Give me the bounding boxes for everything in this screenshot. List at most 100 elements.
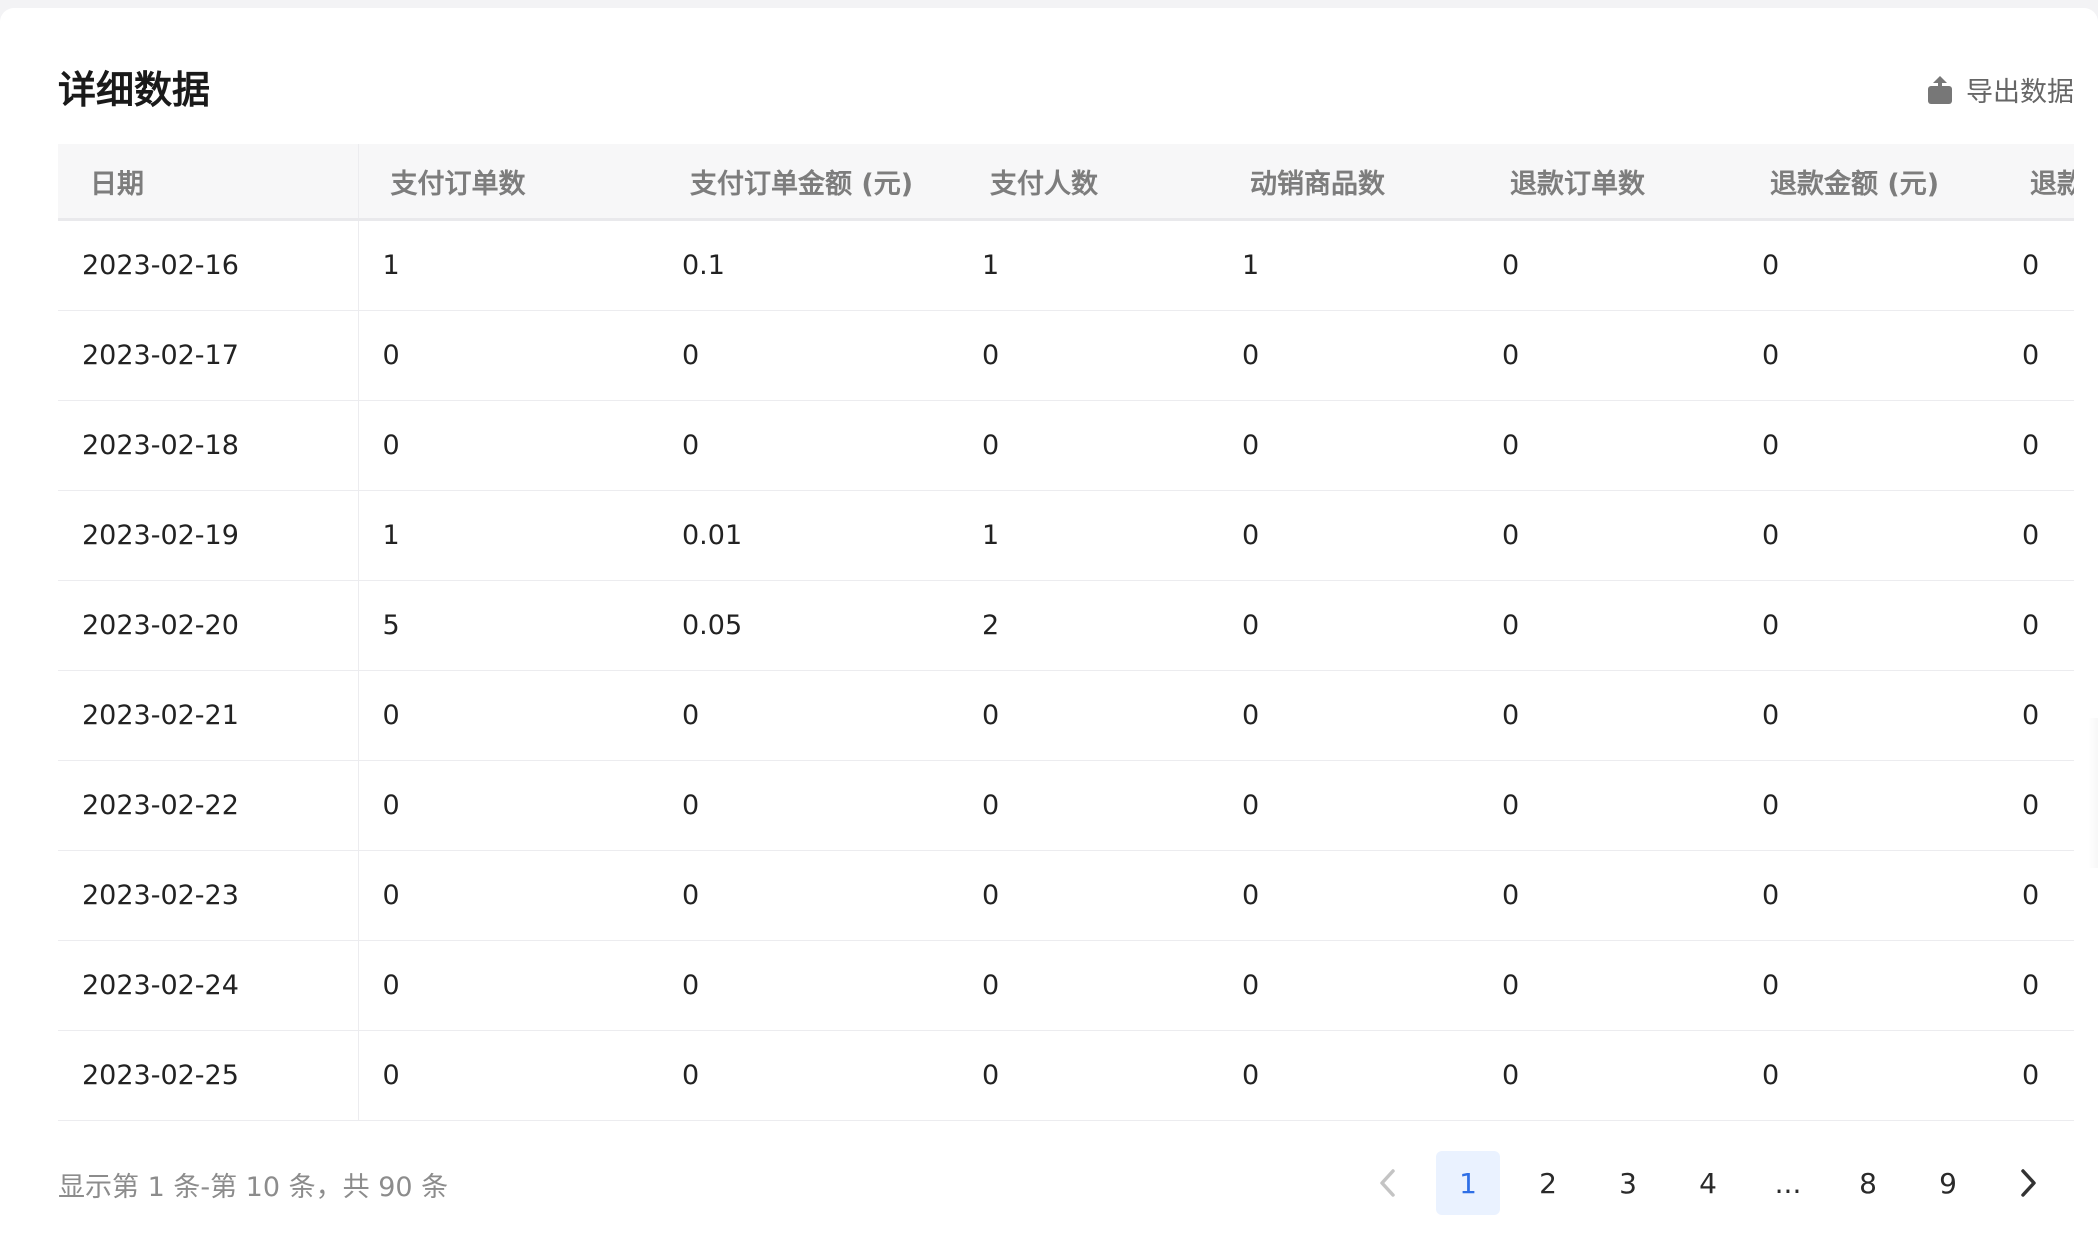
cell-paying-users: 0 <box>958 400 1218 491</box>
cell-sold-products: 0 <box>1218 580 1478 671</box>
table-row: 2023-02-23 0 0 0 0 0 0 0 <box>58 850 2074 941</box>
cell-paid-amount: 0 <box>658 1030 958 1121</box>
cell-refund-orders: 0 <box>1478 670 1738 761</box>
page-ellipsis[interactable]: ... <box>1756 1151 1820 1215</box>
page-button-8[interactable]: 8 <box>1836 1151 1900 1215</box>
cell-paid-amount: 0 <box>658 760 958 851</box>
cell-refund-orders: 0 <box>1478 310 1738 401</box>
column-header-refund-amount[interactable]: 退款金额 (元) <box>1738 144 1998 221</box>
cell-paid-amount: 0.1 <box>658 219 958 311</box>
cell-paid-orders: 1 <box>358 219 658 311</box>
cell-paid-orders: 0 <box>358 850 658 941</box>
page-button-1[interactable]: 1 <box>1436 1151 1500 1215</box>
cell-paid-orders: 5 <box>358 580 658 671</box>
page-button-4[interactable]: 4 <box>1676 1151 1740 1215</box>
data-table-container[interactable]: 日期 支付订单数 支付订单金额 (元) 支付人数 动销商品数 退款订单数 退款金… <box>58 144 2074 1128</box>
cell-refund-orders: 0 <box>1478 219 1738 311</box>
cell-paid-orders: 0 <box>358 1030 658 1121</box>
table-row: 2023-02-17 0 0 0 0 0 0 0 <box>58 310 2074 401</box>
cell-paying-users: 0 <box>958 850 1218 941</box>
table-row: 2023-02-20 5 0.05 2 0 0 0 0 <box>58 580 2074 671</box>
table-header: 日期 支付订单数 支付订单金额 (元) 支付人数 动销商品数 退款订单数 退款金… <box>58 144 2074 221</box>
chevron-right-icon <box>2017 1168 2039 1198</box>
cell-refund-orders: 0 <box>1478 490 1738 581</box>
cell-paid-amount: 0 <box>658 850 958 941</box>
cell-paid-orders: 0 <box>358 760 658 851</box>
cell-sold-products: 0 <box>1218 760 1478 851</box>
cell-sold-products: 0 <box>1218 850 1478 941</box>
cell-refund-users: 0 <box>1998 490 2074 581</box>
cell-refund-amount: 0 <box>1738 760 1998 851</box>
cell-refund-amount: 0 <box>1738 1030 1998 1121</box>
cell-refund-amount: 0 <box>1738 940 1998 1031</box>
cell-refund-users: 0 <box>1998 400 2074 491</box>
cell-refund-users: 0 <box>1998 219 2074 311</box>
cell-refund-orders: 0 <box>1478 850 1738 941</box>
cell-refund-amount: 0 <box>1738 490 1998 581</box>
cell-date: 2023-02-16 <box>58 219 359 311</box>
cell-paying-users: 0 <box>958 1030 1218 1121</box>
cell-date: 2023-02-20 <box>58 580 359 671</box>
cell-paid-orders: 0 <box>358 940 658 1031</box>
cell-refund-users: 0 <box>1998 310 2074 401</box>
next-page-button[interactable] <box>1996 1151 2060 1215</box>
cell-date: 2023-02-19 <box>58 490 359 581</box>
page-button-2[interactable]: 2 <box>1516 1151 1580 1215</box>
cell-refund-orders: 0 <box>1478 760 1738 851</box>
panel-title: 详细数据 <box>58 68 211 112</box>
cell-sold-products: 0 <box>1218 400 1478 491</box>
table-row: 2023-02-22 0 0 0 0 0 0 0 <box>58 760 2074 851</box>
cell-sold-products: 1 <box>1218 219 1478 311</box>
cell-paying-users: 0 <box>958 310 1218 401</box>
column-header-paid-orders[interactable]: 支付订单数 <box>358 144 658 221</box>
prev-page-button[interactable] <box>1356 1151 1420 1215</box>
export-data-label: 导出数据 <box>1966 77 2074 108</box>
cell-paying-users: 0 <box>958 760 1218 851</box>
cell-paying-users: 1 <box>958 490 1218 581</box>
cell-paying-users: 0 <box>958 940 1218 1031</box>
pagination-summary: 显示第 1 条-第 10 条，共 90 条 <box>58 1172 449 1203</box>
column-header-refund-users[interactable]: 退款人 <box>1998 144 2074 221</box>
cell-refund-users: 0 <box>1998 580 2074 671</box>
cell-date: 2023-02-24 <box>58 940 359 1031</box>
page-button-3[interactable]: 3 <box>1596 1151 1660 1215</box>
cell-refund-amount: 0 <box>1738 580 1998 671</box>
column-header-paying-users[interactable]: 支付人数 <box>958 144 1218 221</box>
table-row: 2023-02-16 1 0.1 1 1 0 0 0 <box>58 219 2074 311</box>
cell-paid-amount: 0.05 <box>658 580 958 671</box>
cell-refund-users: 0 <box>1998 940 2074 1031</box>
column-header-sold-products[interactable]: 动销商品数 <box>1218 144 1478 221</box>
cell-refund-amount: 0 <box>1738 670 1998 761</box>
cell-refund-amount: 0 <box>1738 219 1998 311</box>
cell-sold-products: 0 <box>1218 310 1478 401</box>
cell-sold-products: 0 <box>1218 490 1478 581</box>
cell-paying-users: 2 <box>958 580 1218 671</box>
cell-paid-orders: 1 <box>358 490 658 581</box>
cell-date: 2023-02-21 <box>58 670 359 761</box>
cell-date: 2023-02-17 <box>58 310 359 401</box>
column-header-paid-amount[interactable]: 支付订单金额 (元) <box>658 144 958 221</box>
column-header-date[interactable]: 日期 <box>58 144 359 221</box>
export-data-button[interactable]: 导出数据 <box>1926 70 2074 109</box>
table-row: 2023-02-24 0 0 0 0 0 0 0 <box>58 940 2074 1031</box>
cell-paid-orders: 0 <box>358 310 658 401</box>
cell-date: 2023-02-25 <box>58 1030 359 1121</box>
table-row: 2023-02-21 0 0 0 0 0 0 0 <box>58 670 2074 761</box>
cell-refund-amount: 0 <box>1738 850 1998 941</box>
cell-paying-users: 1 <box>958 219 1218 311</box>
cell-paying-users: 0 <box>958 670 1218 761</box>
cell-refund-orders: 0 <box>1478 580 1738 671</box>
cell-date: 2023-02-22 <box>58 760 359 851</box>
detail-data-table: 日期 支付订单数 支付订单金额 (元) 支付人数 动销商品数 退款订单数 退款金… <box>58 144 2074 1121</box>
cell-refund-users: 0 <box>1998 670 2074 761</box>
table-body: 2023-02-16 1 0.1 1 1 0 0 0 2023-02-17 0 … <box>58 219 2074 1121</box>
page-button-9[interactable]: 9 <box>1916 1151 1980 1215</box>
table-row: 2023-02-19 1 0.01 1 0 0 0 0 <box>58 490 2074 581</box>
cell-paid-orders: 0 <box>358 670 658 761</box>
cell-refund-orders: 0 <box>1478 400 1738 491</box>
scroll-edge-shadow <box>2088 718 2098 868</box>
column-header-refund-orders[interactable]: 退款订单数 <box>1478 144 1738 221</box>
cell-paid-amount: 0 <box>658 940 958 1031</box>
cell-refund-users: 0 <box>1998 760 2074 851</box>
table-header-row: 日期 支付订单数 支付订单金额 (元) 支付人数 动销商品数 退款订单数 退款金… <box>58 144 2074 221</box>
